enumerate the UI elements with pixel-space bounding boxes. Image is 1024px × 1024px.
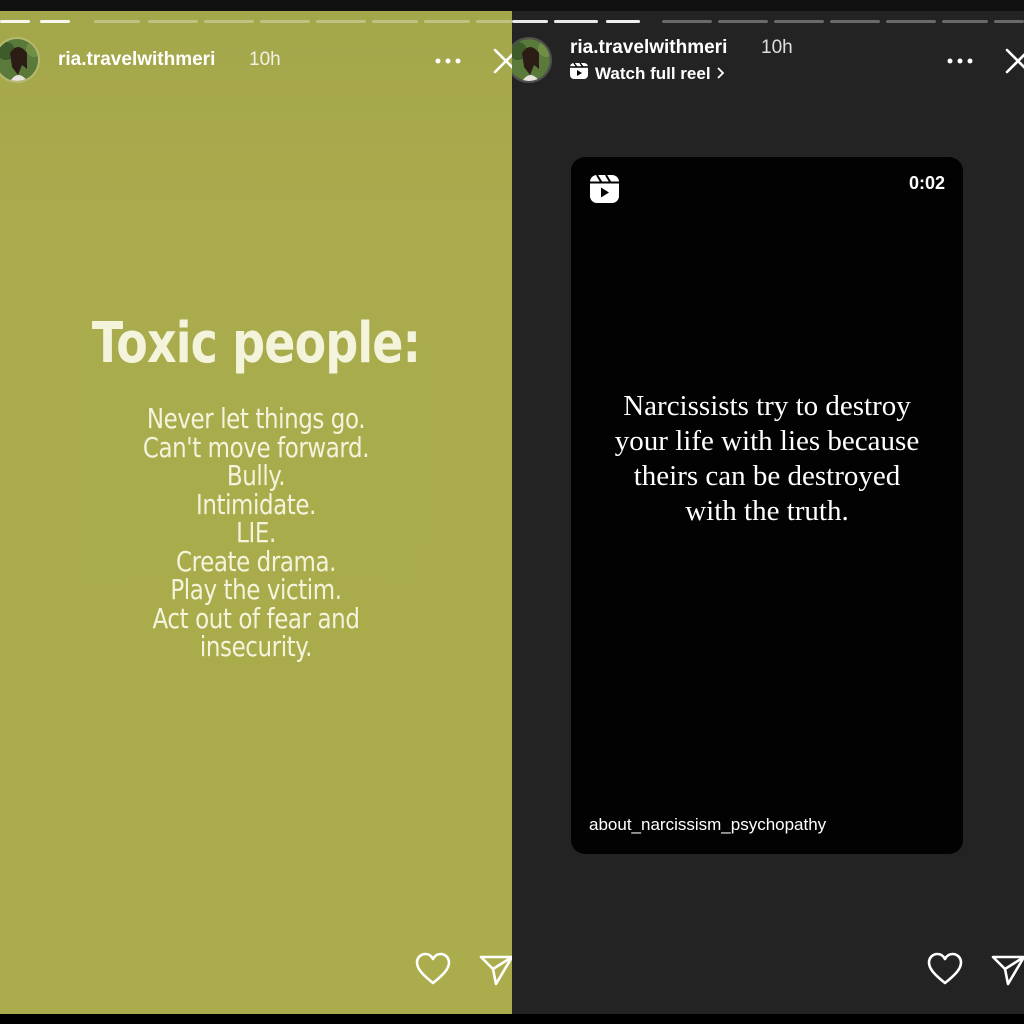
username[interactable]: ria.travelwithmeri	[58, 49, 215, 71]
quote-line: Bully.	[226, 459, 286, 492]
heart-icon[interactable]	[415, 952, 451, 986]
quote-line: insecurity.	[199, 630, 313, 663]
username[interactable]: ria.travelwithmeri	[570, 37, 727, 59]
quote-line: Never let things go.	[146, 402, 366, 435]
close-icon[interactable]	[491, 46, 512, 76]
reels-icon	[569, 62, 589, 85]
quote-line: Create drama.	[175, 544, 337, 578]
avatar[interactable]	[0, 37, 40, 83]
close-icon[interactable]	[1003, 46, 1024, 76]
story-progress-bar	[512, 20, 1024, 23]
reel-author[interactable]: about_narcissism_psychopathy	[589, 815, 826, 835]
top-border	[0, 0, 1024, 11]
time-ago: 10h	[249, 49, 281, 70]
reel-quote-line: Narcissists try to destroy	[623, 390, 911, 422]
reel-preview-card[interactable]: 0:02 Narcissists try to destroy your lif…	[571, 157, 963, 854]
more-horizontal-icon[interactable]	[946, 55, 974, 67]
story-progress-bar	[0, 20, 512, 23]
story-panel-right[interactable]: ria.travelwithmeri 10h Watch full reel 0…	[512, 11, 1024, 1014]
reel-duration: 0:02	[908, 173, 945, 193]
reel-quote: Narcissists try to destroy your life wit…	[571, 389, 963, 529]
watch-full-reel-label: Watch full reel	[595, 63, 711, 83]
send-icon[interactable]	[478, 952, 512, 986]
quote-line: Intimidate.	[195, 487, 317, 521]
quote-list: Never let things go. Can't move forward.…	[46, 402, 466, 663]
quote-line: Can't move forward.	[142, 430, 370, 464]
reel-quote-line: your life with lies because	[614, 425, 920, 457]
heart-icon[interactable]	[927, 952, 963, 986]
reel-quote-line: theirs can be destroyed	[633, 460, 901, 492]
quote-line: Act out of fear and	[152, 601, 360, 635]
quote-line: Play the victim.	[170, 573, 342, 606]
more-horizontal-icon[interactable]	[434, 55, 462, 67]
time-ago: 10h	[761, 37, 793, 58]
bottom-border	[0, 1014, 1024, 1024]
send-icon[interactable]	[990, 952, 1024, 986]
story-panel-left[interactable]: ria.travelwithmeri 10h Toxic people: Nev…	[0, 11, 512, 1014]
reel-quote-line: with the truth.	[685, 495, 849, 527]
quote-title: Toxic people:	[91, 311, 421, 376]
avatar[interactable]	[512, 37, 552, 83]
reels-icon	[589, 174, 620, 204]
quote-line: LIE.	[236, 516, 276, 549]
watch-full-reel-link[interactable]: Watch full reel	[569, 62, 725, 85]
chevron-right-icon	[716, 64, 725, 84]
